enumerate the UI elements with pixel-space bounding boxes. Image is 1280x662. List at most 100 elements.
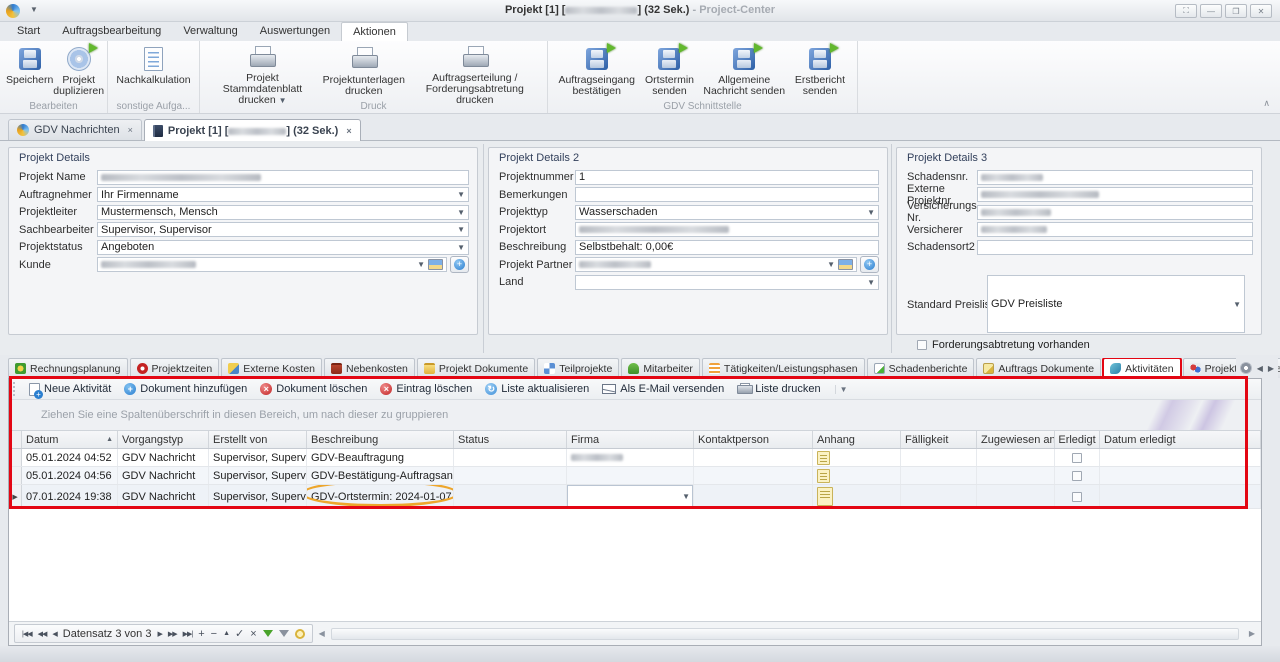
column-header-kontaktperson[interactable]: Kontaktperson bbox=[694, 431, 813, 448]
dropdown-arrow-icon[interactable]: ▼ bbox=[1233, 300, 1241, 309]
dropdown-arrow-icon[interactable]: ▼ bbox=[867, 278, 875, 287]
restore-button[interactable]: ❐ bbox=[1225, 4, 1247, 18]
erledigt-checkbox[interactable] bbox=[1072, 492, 1082, 502]
hscroll-right-icon[interactable]: ▶ bbox=[1249, 629, 1255, 638]
tab-aktivitaeten[interactable]: Aktivitäten bbox=[1103, 358, 1180, 378]
beschreibung-input[interactable]: Selbstbehalt: 0,00€ bbox=[575, 240, 879, 255]
tab-taetigkeiten[interactable]: Tätigkeiten/Leistungsphasen bbox=[702, 358, 865, 378]
ribbon-tab-aktionen[interactable]: Aktionen bbox=[341, 22, 408, 41]
dropdown-arrow-icon[interactable]: ▼ bbox=[457, 208, 465, 217]
ortstermin-senden-button[interactable]: Ortstermin senden bbox=[639, 43, 699, 99]
duplicate-project-button[interactable]: Projekt duplizieren bbox=[53, 43, 104, 99]
projekt-name-input[interactable] bbox=[97, 170, 469, 185]
cell-erstellt-von[interactable]: Supervisor, Supervisor bbox=[209, 467, 307, 484]
history-icon[interactable] bbox=[295, 629, 305, 639]
dropdown-arrow-icon[interactable]: ▼ bbox=[457, 190, 465, 199]
cell-faelligkeit[interactable] bbox=[901, 485, 977, 508]
attachment-icon[interactable] bbox=[817, 487, 833, 506]
erledigt-checkbox[interactable] bbox=[1072, 453, 1082, 463]
doc-tab-projekt[interactable]: Projekt [1] [] (32 Sek.) × bbox=[144, 119, 361, 142]
cell-vorgangstyp[interactable]: GDV Nachricht bbox=[118, 449, 209, 466]
contact-card-icon[interactable] bbox=[428, 259, 443, 270]
cell-erstellt-von[interactable]: Supervisor, Supervisor bbox=[209, 485, 307, 508]
nav-prev-icon[interactable]: ◀ bbox=[52, 630, 56, 638]
cell-vorgangstyp[interactable]: GDV Nachricht bbox=[118, 467, 209, 484]
cell-datum-erledigt[interactable] bbox=[1100, 485, 1261, 508]
cell-erledigt[interactable] bbox=[1055, 467, 1100, 484]
auftragseingang-bestaetigen-button[interactable]: Auftragseingang bestätigen bbox=[554, 43, 639, 99]
nav-edit-icon[interactable]: ▲ bbox=[223, 630, 229, 637]
delete-document-button[interactable]: ×Dokument löschen bbox=[255, 382, 372, 396]
print-stammdatenblatt-button[interactable]: Projekt Stammdatenblatt drucken ▼ bbox=[206, 43, 319, 99]
nav-next-icon[interactable]: ▶ bbox=[157, 630, 161, 638]
cell-datum[interactable]: 05.01.2024 04:52 bbox=[22, 449, 118, 466]
projektstatus-combo[interactable]: Angeboten▼ bbox=[97, 240, 469, 255]
auftragnehmer-combo[interactable]: Ihr Firmenname▼ bbox=[97, 187, 469, 202]
dropdown-arrow-icon[interactable]: ▼ bbox=[457, 225, 465, 234]
cell-beschreibung[interactable]: GDV-Ortstermin: 2024-01-07 19:38:0 bbox=[307, 485, 454, 508]
column-header-erstellt-von[interactable]: Erstellt von bbox=[209, 431, 307, 448]
column-header-status[interactable]: Status bbox=[454, 431, 567, 448]
nav-append-icon[interactable]: + bbox=[198, 628, 204, 640]
doc-tab-gdv-nachrichten[interactable]: GDV Nachrichten × bbox=[8, 119, 142, 140]
hscroll-thumb[interactable] bbox=[331, 628, 1239, 640]
cell-zugewiesen-an[interactable] bbox=[977, 449, 1055, 466]
ribbon-tab-auftragsbearbeitung[interactable]: Auftragsbearbeitung bbox=[51, 22, 172, 41]
cell-datum-erledigt[interactable] bbox=[1100, 467, 1261, 484]
table-row-selected[interactable]: ▶ 07.01.2024 19:38 GDV Nachricht Supervi… bbox=[9, 485, 1261, 509]
filter-icon[interactable] bbox=[263, 630, 273, 637]
add-partner-button[interactable]: + bbox=[860, 256, 879, 273]
cell-kontaktperson[interactable] bbox=[694, 449, 813, 466]
cell-firma[interactable] bbox=[567, 449, 694, 466]
print-projektunterlagen-button[interactable]: Projektunterlagen drucken bbox=[319, 43, 409, 99]
cell-kontaktperson[interactable] bbox=[694, 485, 813, 508]
tab-scroll-right-icon[interactable]: ▶ bbox=[1268, 364, 1274, 373]
cell-erledigt[interactable] bbox=[1055, 449, 1100, 466]
contact-card-icon[interactable] bbox=[838, 259, 853, 270]
ribbon-tab-start[interactable]: Start bbox=[6, 22, 51, 41]
versicherungsnr-input[interactable] bbox=[977, 205, 1253, 220]
nav-first-icon[interactable]: |◀◀ bbox=[22, 630, 32, 638]
dropdown-arrow-icon[interactable]: ▼ bbox=[457, 243, 465, 252]
column-header-faelligkeit[interactable]: Fälligkeit bbox=[901, 431, 977, 448]
tab-projekt-dokumente[interactable]: Projekt Dokumente bbox=[417, 358, 535, 378]
cell-firma[interactable] bbox=[567, 467, 694, 484]
cell-status[interactable] bbox=[454, 449, 567, 466]
minimize-button[interactable]: — bbox=[1200, 4, 1222, 18]
sachbearbeiter-combo[interactable]: Supervisor, Supervisor▼ bbox=[97, 222, 469, 237]
add-document-button[interactable]: +Dokument hinzufügen bbox=[119, 382, 252, 396]
nav-prev-page-icon[interactable]: ◀◀ bbox=[38, 630, 47, 638]
allgemeine-nachricht-button[interactable]: Allgemeine Nachricht senden bbox=[700, 43, 789, 99]
column-header-zugewiesen-an[interactable]: Zugewiesen an bbox=[977, 431, 1055, 448]
nav-cancel-icon[interactable]: × bbox=[250, 628, 256, 640]
panel-splitter[interactable] bbox=[483, 144, 484, 353]
table-row[interactable]: 05.01.2024 04:52 GDV Nachricht Superviso… bbox=[9, 449, 1261, 467]
new-activity-button[interactable]: Neue Aktivität bbox=[24, 382, 116, 397]
tab-teilprojekte[interactable]: Teilprojekte bbox=[537, 358, 619, 378]
attachment-icon[interactable] bbox=[817, 451, 830, 465]
attachment-icon[interactable] bbox=[817, 469, 830, 483]
cell-faelligkeit[interactable] bbox=[901, 449, 977, 466]
cell-anhang[interactable] bbox=[813, 467, 901, 484]
tab-scroll-left-icon[interactable]: ◀ bbox=[1257, 364, 1263, 373]
cell-faelligkeit[interactable] bbox=[901, 467, 977, 484]
refresh-list-button[interactable]: ↻Liste aktualisieren bbox=[480, 382, 594, 396]
window-style-button[interactable]: ⛶ bbox=[1175, 4, 1197, 18]
projekttyp-combo[interactable]: Wasserschaden▼ bbox=[575, 205, 879, 220]
column-header-datum[interactable]: Datum▲ bbox=[22, 431, 118, 448]
cell-zugewiesen-an[interactable] bbox=[977, 485, 1055, 508]
ribbon-tab-verwaltung[interactable]: Verwaltung bbox=[172, 22, 248, 41]
cell-datum[interactable]: 05.01.2024 04:56 bbox=[22, 467, 118, 484]
bemerkungen-input[interactable] bbox=[575, 187, 879, 202]
nav-delete-icon[interactable]: − bbox=[211, 628, 217, 640]
nav-post-icon[interactable]: ✓ bbox=[235, 627, 244, 640]
tab-close-icon[interactable]: × bbox=[128, 125, 133, 135]
print-auftragserteilung-button[interactable]: Auftragserteilung / Forderungsabtretung … bbox=[409, 43, 541, 99]
schadensnr-input[interactable] bbox=[977, 170, 1253, 185]
cell-erstellt-von[interactable]: Supervisor, Supervisor bbox=[209, 449, 307, 466]
forderungsabtretung-checkbox[interactable] bbox=[917, 340, 927, 350]
column-header-beschreibung[interactable]: Beschreibung bbox=[307, 431, 454, 448]
tab-close-icon[interactable]: × bbox=[346, 126, 351, 136]
cell-datum[interactable]: 07.01.2024 19:38 bbox=[22, 485, 118, 508]
erledigt-checkbox[interactable] bbox=[1072, 471, 1082, 481]
